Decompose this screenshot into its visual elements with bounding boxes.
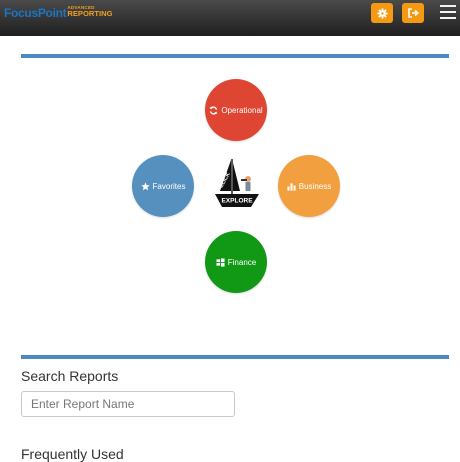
category-business[interactable]: Business [278,155,340,217]
category-finance-label: Finance [227,257,257,267]
category-operational-label: Operational [221,105,263,115]
click-explore-logo[interactable]: CLICK EXPLORE [210,157,264,211]
category-finance[interactable]: Finance [205,231,267,293]
category-favorites-label: Favorites [152,181,186,191]
logout-button[interactable] [402,3,424,23]
logo-reporting-text: REPORTING [67,9,113,18]
money-icon [216,257,225,267]
app-logo[interactable]: FocusPoint ADVANCED REPORTING [4,5,113,25]
logo-side-text: ADVANCED REPORTING [67,5,112,18]
top-navigation-bar: FocusPoint ADVANCED REPORTING [0,0,460,36]
category-business-label: Business [298,181,332,191]
report-search-input[interactable] [21,391,235,417]
gear-icon [376,7,388,19]
category-favorites[interactable]: Favorites [132,155,194,217]
bar-chart-icon [287,182,296,191]
star-icon [140,181,150,190]
category-operational[interactable]: Operational [205,79,267,141]
hamburger-menu-icon [440,5,456,7]
top-divider [21,54,449,58]
search-reports-title: Search Reports [21,368,119,384]
logo-explore-text: EXPLORE [221,198,253,205]
bottom-divider [21,355,449,359]
logout-icon [408,8,419,18]
main-menu-button[interactable] [440,5,456,19]
refresh-icon [209,105,218,115]
settings-button[interactable] [371,3,393,23]
logo-main-text: FocusPoint [4,6,67,20]
